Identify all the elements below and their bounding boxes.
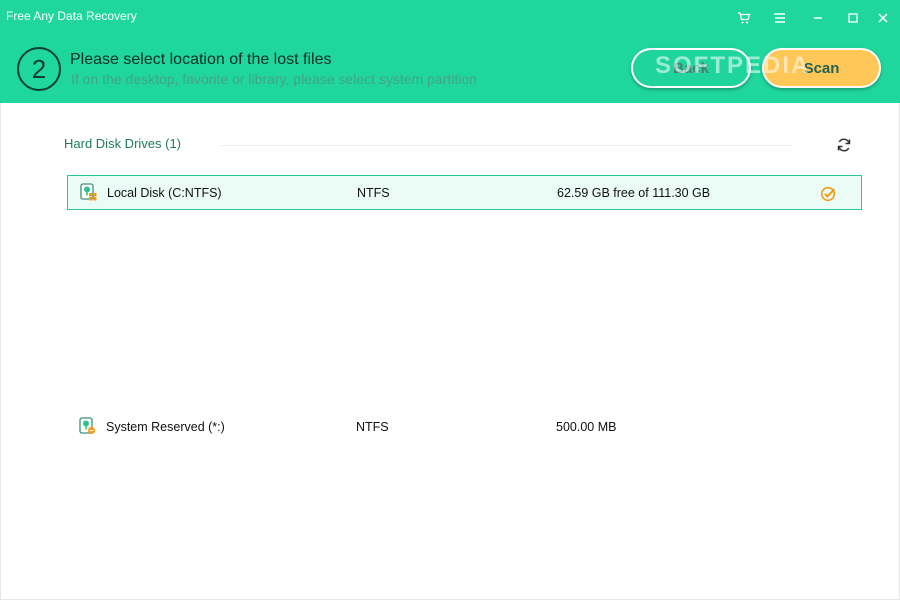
header-bar: Free Any Data Recovery 2 Please select l…	[0, 0, 900, 103]
menu-icon[interactable]	[768, 6, 792, 30]
step-title: Please select location of the lost files	[70, 51, 332, 68]
section-divider	[220, 145, 792, 146]
maximize-icon[interactable]	[841, 6, 865, 30]
drive-size: 62.59 GB free of 111.30 GB	[557, 186, 711, 200]
drive-filesystem: NTFS	[356, 420, 389, 434]
section-title: Hard Disk Drives (1)	[64, 136, 182, 151]
drive-size: 500.00 MB	[556, 420, 617, 434]
drive-reserved-icon	[79, 417, 96, 435]
refresh-icon[interactable]	[833, 134, 855, 156]
check-icon	[820, 185, 837, 202]
drive-row-system-reserved[interactable]: System Reserved (*:) NTFS 500.00 MB	[67, 410, 862, 445]
app-title: Free Any Data Recovery	[6, 9, 137, 23]
drive-row-local-disk[interactable]: Local Disk (C:NTFS) NTFS 62.59 GB free o…	[67, 175, 862, 210]
drive-name: Local Disk (C:NTFS)	[107, 186, 222, 200]
step-subtitle: If on the desktop, favorite or library, …	[71, 71, 477, 87]
cart-icon[interactable]	[732, 6, 756, 30]
minimize-icon[interactable]	[806, 6, 830, 30]
drive-name: System Reserved (*:)	[106, 420, 225, 434]
drive-windows-icon	[80, 183, 97, 201]
drive-filesystem: NTFS	[357, 186, 390, 200]
scan-button[interactable]: Scan	[762, 48, 881, 88]
back-button[interactable]: Back	[631, 48, 751, 88]
drive-list-panel: Hard Disk Drives (1) Local Disk (C:NTFS)…	[0, 103, 900, 600]
close-icon[interactable]	[871, 6, 895, 30]
step-indicator: 2	[17, 47, 61, 91]
